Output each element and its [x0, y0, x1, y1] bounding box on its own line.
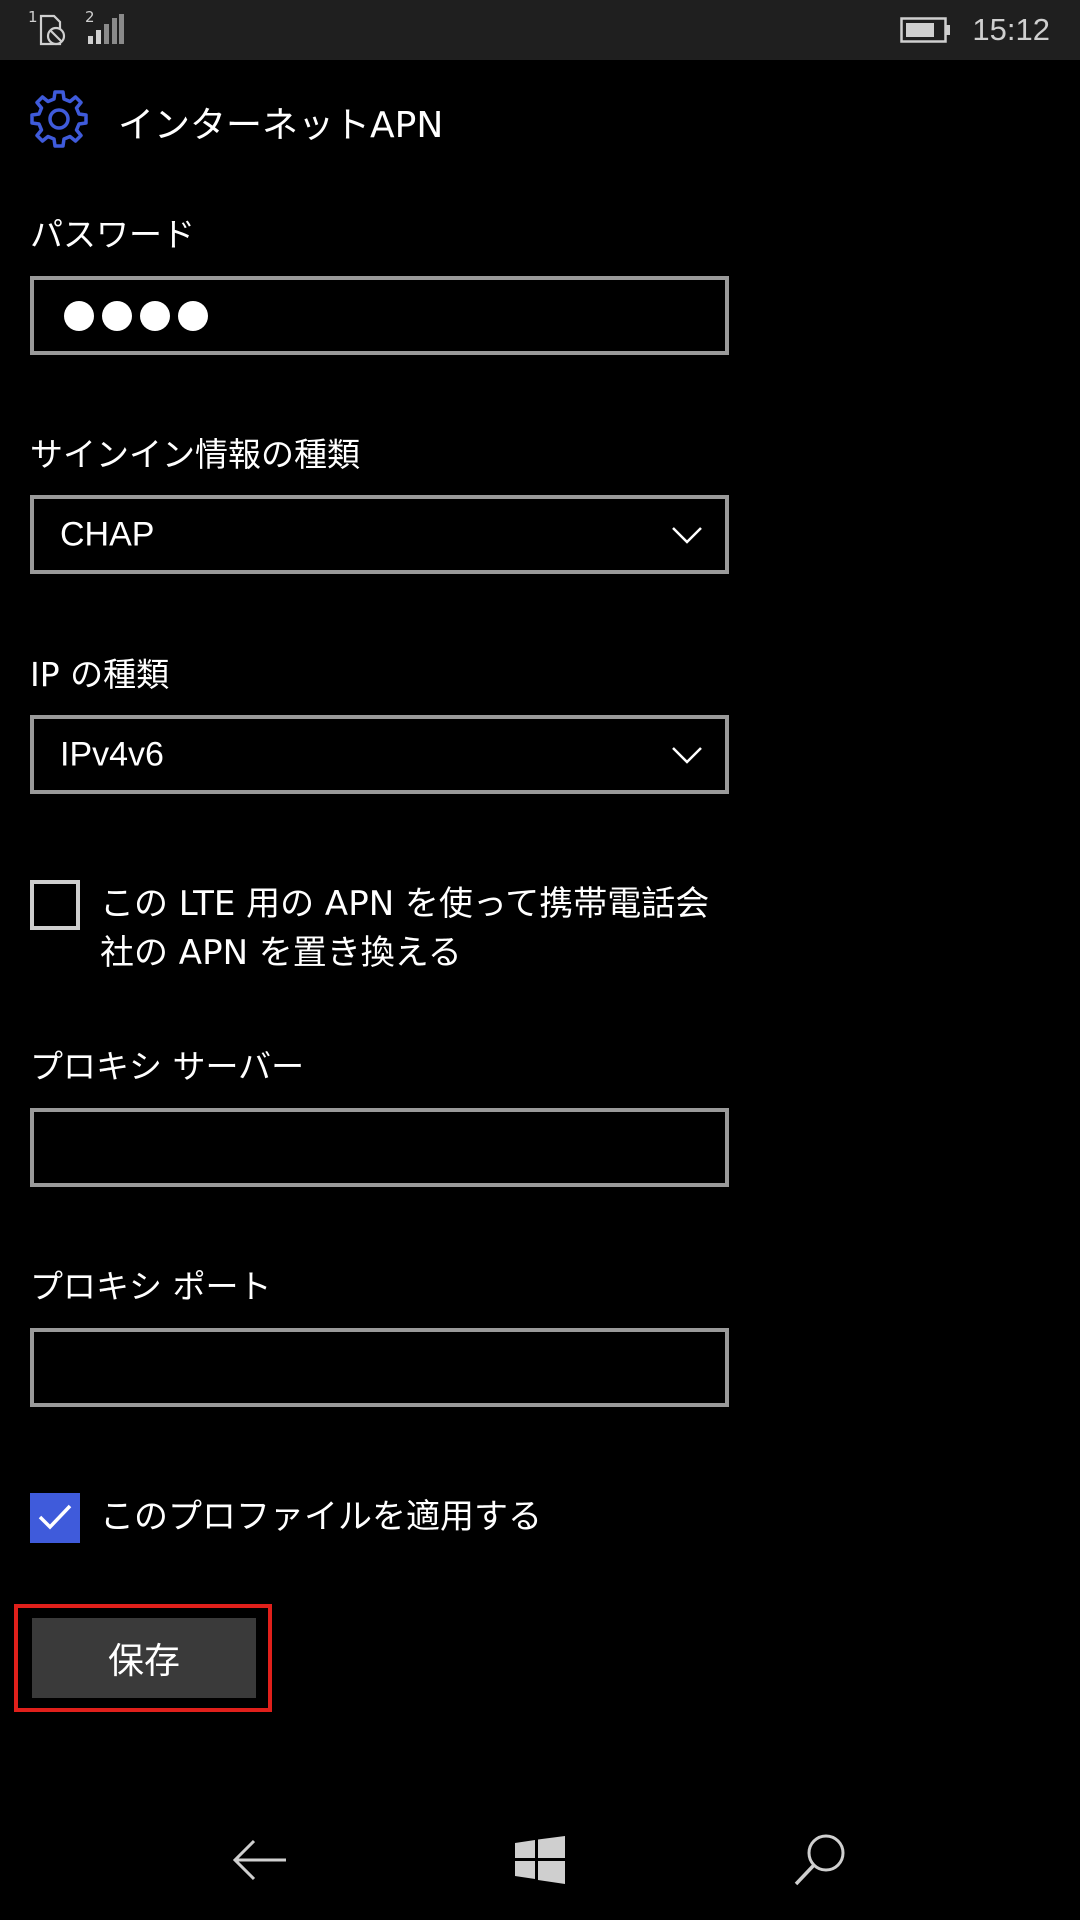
apply-profile-label[interactable]: このプロファイルを適用する: [100, 1493, 740, 1542]
start-button[interactable]: [500, 1820, 580, 1900]
windows-start-icon: [515, 1836, 565, 1884]
lte-replace-label[interactable]: この LTE 用の APN を使って携帯電話会 社の APN を置き換える: [100, 880, 740, 978]
password-masked-value: [64, 300, 208, 331]
page-title: インターネットAPN: [118, 105, 444, 146]
password-label: パスワード: [30, 215, 195, 254]
proxy-server-label: プロキシ サーバー: [30, 1047, 305, 1086]
signal-strength-icon: [88, 14, 124, 44]
proxy-server-input[interactable]: [30, 1108, 729, 1187]
sign-in-type-label: サインイン情報の種類: [30, 435, 360, 474]
ip-type-label: IP の種類: [30, 655, 170, 694]
save-highlight-box: 保存: [14, 1604, 272, 1712]
navigation-bar: [0, 1800, 1080, 1920]
status-bar: 1 2 15:12: [0, 0, 1080, 60]
chevron-down-icon: [672, 526, 702, 544]
password-field[interactable]: [30, 276, 729, 355]
sign-in-type-value: CHAP: [60, 515, 155, 553]
lte-replace-label-line1: この LTE 用の APN を使って携帯電話会: [100, 884, 710, 924]
clock: 15:12: [972, 12, 1050, 47]
proxy-port-input[interactable]: [30, 1328, 729, 1407]
apply-profile-checkbox[interactable]: [30, 1493, 80, 1543]
chevron-down-icon: [672, 746, 702, 764]
proxy-port-label: プロキシ ポート: [30, 1267, 272, 1306]
battery-icon: [900, 17, 950, 43]
back-arrow-icon: [232, 1839, 286, 1881]
lte-replace-checkbox[interactable]: [30, 880, 80, 930]
search-button[interactable]: [780, 1820, 860, 1900]
save-button[interactable]: 保存: [32, 1618, 256, 1698]
sim1-no-service-icon: [39, 14, 66, 46]
checkmark-icon: [38, 1504, 72, 1530]
sim1-label: 1: [28, 8, 38, 26]
ip-type-value: IPv4v6: [60, 735, 164, 773]
lte-replace-label-line2: 社の APN を置き換える: [100, 933, 462, 973]
gear-icon: [30, 90, 88, 148]
search-icon: [794, 1834, 845, 1886]
sign-in-type-dropdown[interactable]: CHAP: [30, 495, 729, 574]
back-button[interactable]: [220, 1820, 300, 1900]
ip-type-dropdown[interactable]: IPv4v6: [30, 715, 729, 794]
